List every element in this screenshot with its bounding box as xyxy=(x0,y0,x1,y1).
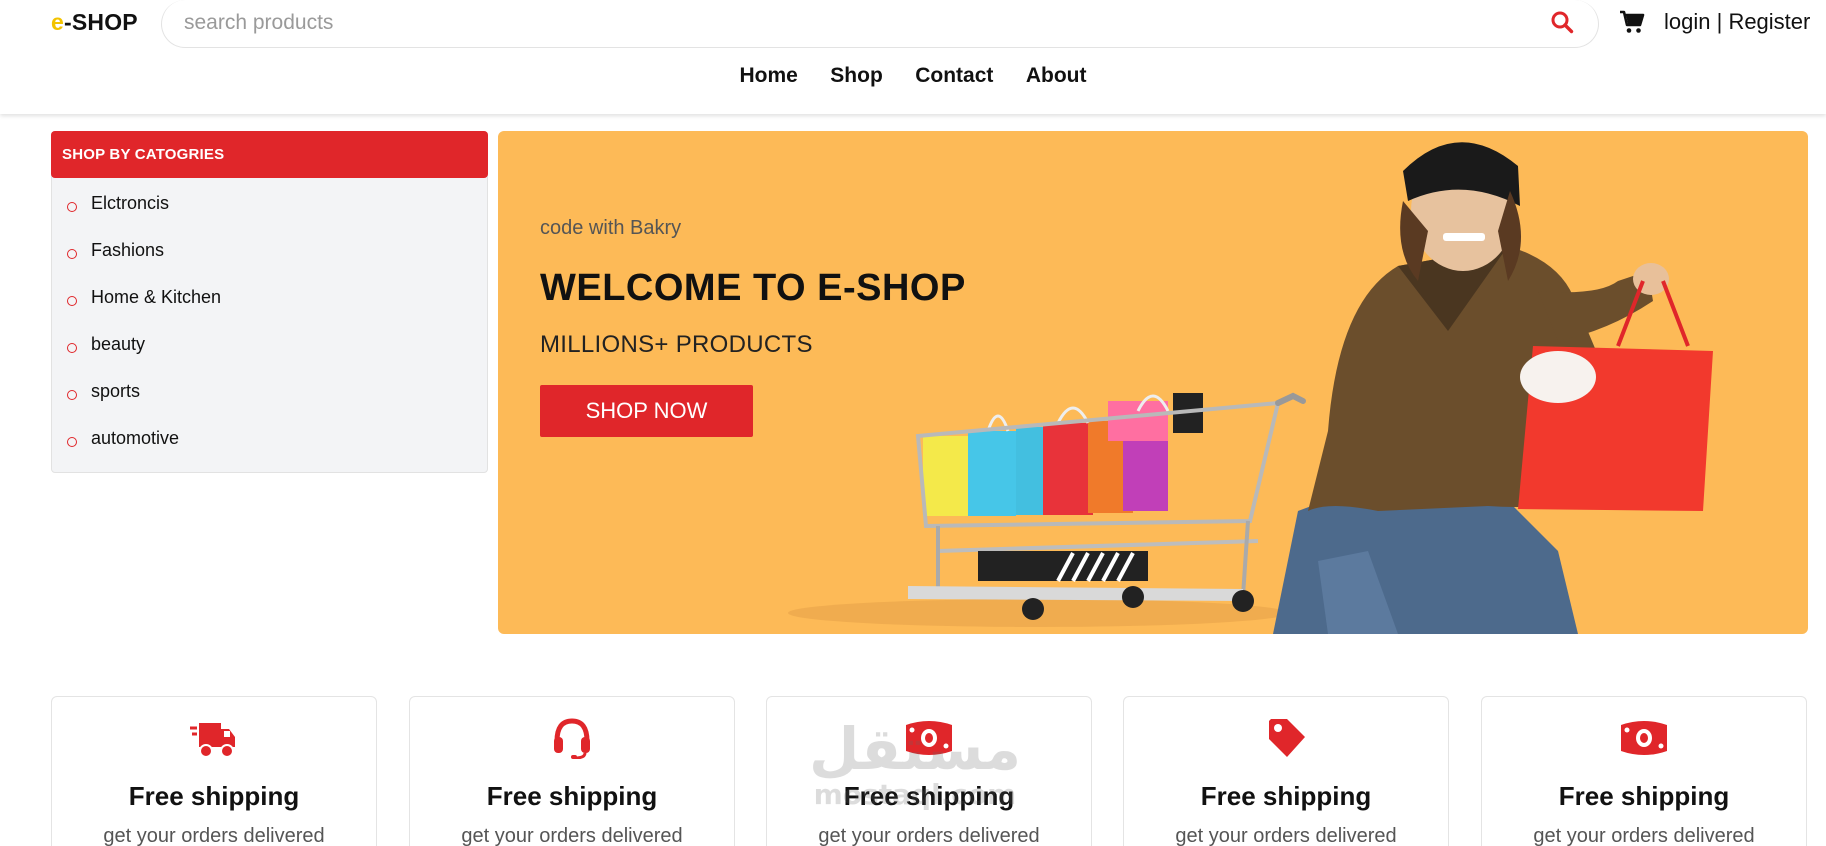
watermark: مستقل mostaql.com xyxy=(800,718,1030,828)
nav-about[interactable]: About xyxy=(1026,64,1087,88)
tag-icon xyxy=(1269,719,1305,757)
feature-description: get your orders delivered xyxy=(1533,825,1755,846)
feature-title: Free shipping xyxy=(1200,781,1372,811)
logo-suffix: -SHOP xyxy=(64,9,138,35)
bullet-icon xyxy=(67,343,77,353)
bullet-icon xyxy=(67,296,77,306)
auth-links: login | Register xyxy=(1664,9,1810,35)
feature-description: get your orders delivered xyxy=(103,825,325,846)
feature-card: Free shipping get your orders delivered xyxy=(409,696,735,846)
category-label: automotive xyxy=(91,428,180,448)
bullet-icon xyxy=(67,390,77,400)
feature-title: Free shipping xyxy=(128,781,300,811)
category-label: Home & Kitchen xyxy=(91,287,222,307)
money-icon xyxy=(1621,721,1667,755)
feature-title: Free shipping xyxy=(1558,781,1730,811)
cart-icon[interactable] xyxy=(1619,10,1645,34)
categories-list: Elctroncis Fashions Home & Kitchen beaut… xyxy=(67,193,221,475)
category-label: Elctroncis xyxy=(91,193,170,213)
auth-separator: | xyxy=(1710,9,1729,34)
feature-description: get your orders delivered xyxy=(1175,825,1397,846)
nav-shop[interactable]: Shop xyxy=(830,64,883,88)
search-bar xyxy=(161,0,1599,48)
hero-tagline: MILLIONS+ PRODUCTS xyxy=(540,331,813,358)
watermark-latin: mostaql.com xyxy=(813,778,1017,811)
category-item[interactable]: automotive xyxy=(67,428,221,475)
feature-description: get your orders delivered xyxy=(461,825,683,846)
bullet-icon xyxy=(67,249,77,259)
login-link[interactable]: login xyxy=(1664,9,1710,34)
feature-card: Free shipping get your orders delivered xyxy=(1123,696,1449,846)
hero-title: WELCOME TO E-SHOP xyxy=(540,267,966,309)
feature-card: Free shipping get your orders delivered xyxy=(51,696,377,846)
search-input[interactable] xyxy=(184,8,1504,38)
category-item[interactable]: Home & Kitchen xyxy=(67,287,221,334)
nav-contact[interactable]: Contact xyxy=(915,64,993,88)
site-logo[interactable]: e-SHOP xyxy=(51,9,138,36)
hero-banner: code with Bakry WELCOME TO E-SHOP MILLIO… xyxy=(498,131,1808,634)
shopper-person-image xyxy=(1273,142,1713,634)
category-item[interactable]: Fashions xyxy=(67,240,221,287)
categories-heading: SHOP BY CATOGRIES xyxy=(51,131,488,178)
hero-illustration xyxy=(788,142,1713,634)
headset-icon xyxy=(554,718,590,759)
feature-description: get your orders delivered xyxy=(818,825,1040,846)
site-header: e-SHOP login | Register Home Shop Contac… xyxy=(0,0,1826,114)
bullet-icon xyxy=(67,437,77,447)
hero-subtitle: code with Bakry xyxy=(540,217,682,239)
feature-title: Free shipping xyxy=(486,781,658,811)
bullet-icon xyxy=(67,202,77,212)
category-item[interactable]: sports xyxy=(67,381,221,428)
truck-icon xyxy=(190,723,235,758)
main-nav: Home Shop Contact About xyxy=(0,64,1826,88)
category-label: beauty xyxy=(91,334,146,354)
feature-card: Free shipping get your orders delivered xyxy=(1481,696,1807,846)
category-label: sports xyxy=(91,381,141,401)
category-item[interactable]: Elctroncis xyxy=(67,193,221,240)
shop-now-button[interactable]: SHOP NOW xyxy=(540,385,753,437)
search-icon[interactable] xyxy=(1550,10,1574,34)
nav-home[interactable]: Home xyxy=(739,64,797,88)
logo-prefix: e xyxy=(51,9,64,35)
register-link[interactable]: Register xyxy=(1728,9,1810,34)
watermark-arabic: مستقل xyxy=(808,715,1022,783)
shopping-cart-image xyxy=(788,392,1306,627)
category-label: Fashions xyxy=(91,240,165,260)
category-item[interactable]: beauty xyxy=(67,334,221,381)
